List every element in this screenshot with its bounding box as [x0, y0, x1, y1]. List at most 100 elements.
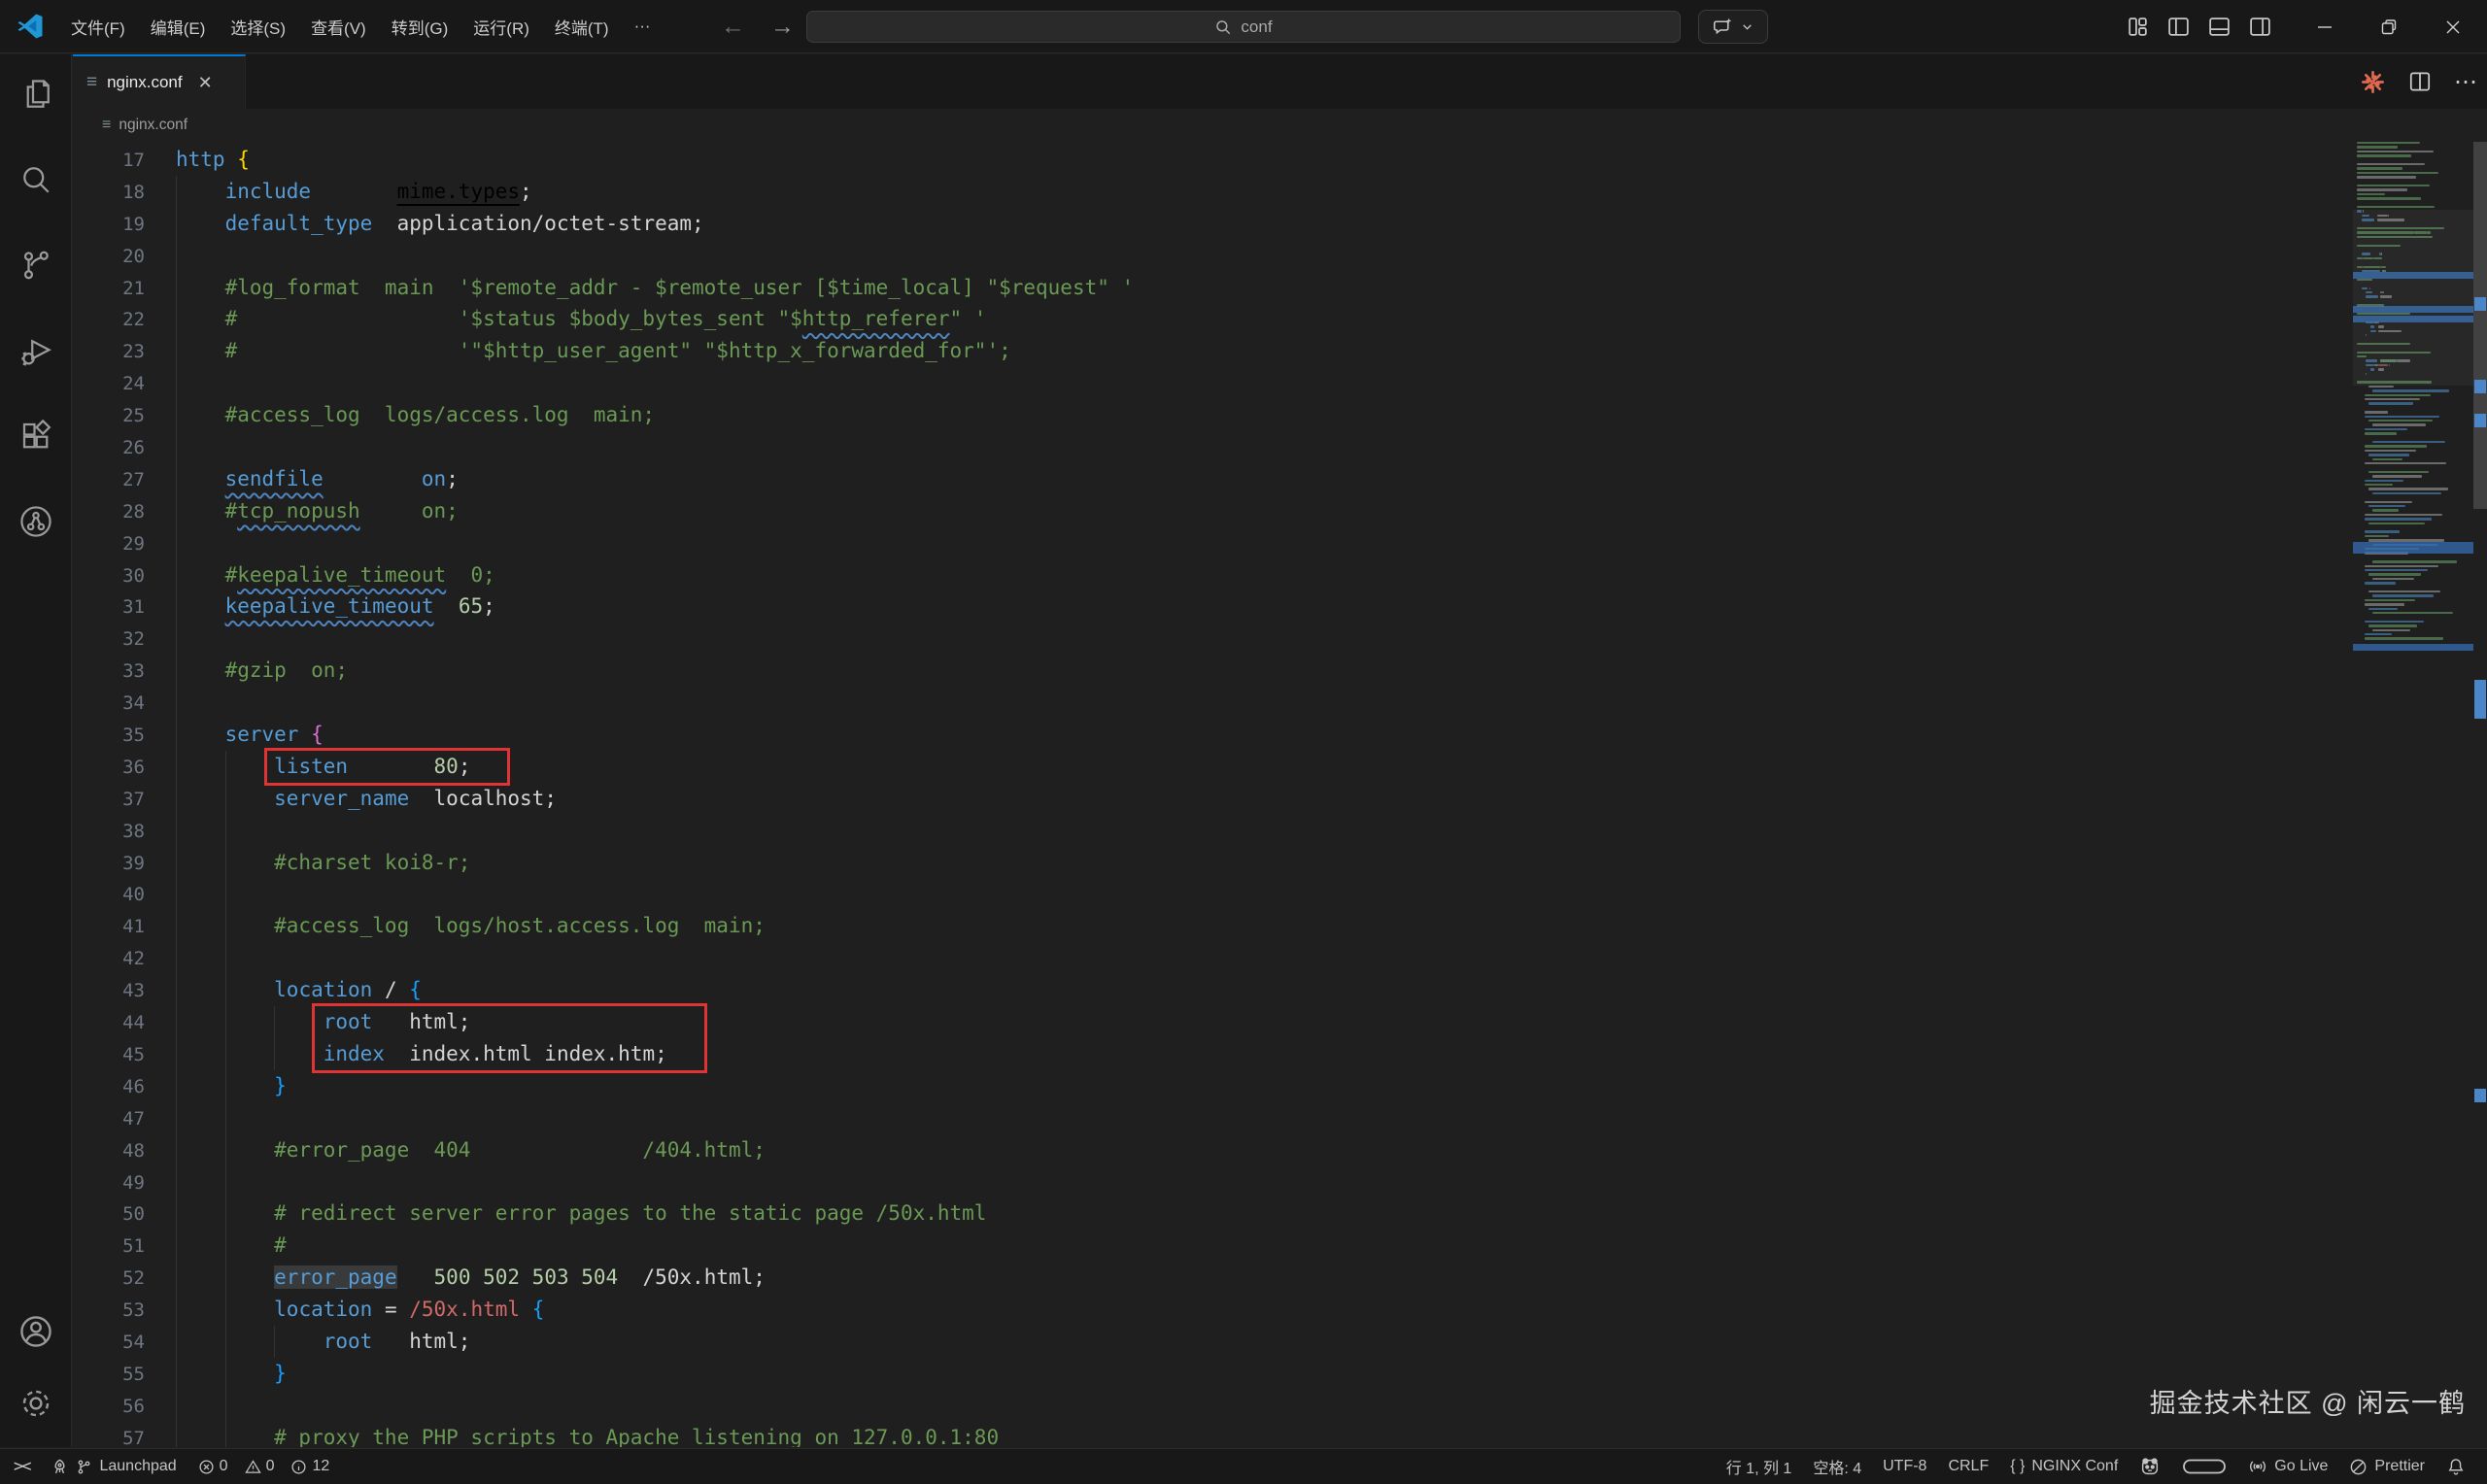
line-number[interactable]: 51: [73, 1231, 145, 1263]
code-line[interactable]: 50 # redirect server error pages to the …: [73, 1197, 2346, 1230]
window-minimize-button[interactable]: [2293, 0, 2357, 53]
line-number[interactable]: 34: [73, 688, 145, 720]
encoding-setting[interactable]: UTF-8: [1872, 1458, 1937, 1475]
minimap-slider[interactable]: [2353, 210, 2473, 386]
account-icon[interactable]: [0, 1296, 72, 1367]
code-line[interactable]: 38: [73, 815, 2346, 847]
code-line[interactable]: 20: [73, 240, 2346, 272]
line-number[interactable]: 32: [73, 624, 145, 656]
code-line[interactable]: 23 # '"$http_user_agent" "$http_x_forwar…: [73, 335, 2346, 367]
line-number[interactable]: 19: [73, 209, 145, 241]
menu-terminal[interactable]: 终端(T): [542, 9, 622, 45]
code-editor[interactable]: 17http {18 include mime.types;19 default…: [73, 142, 2487, 1447]
line-number[interactable]: 46: [73, 1071, 145, 1103]
line-number[interactable]: 30: [73, 560, 145, 592]
code-line[interactable]: 32: [73, 623, 2346, 655]
line-number[interactable]: 29: [73, 528, 145, 560]
minimap[interactable]: [2353, 142, 2473, 686]
code-line[interactable]: 47: [73, 1102, 2346, 1134]
code-line[interactable]: 26: [73, 431, 2346, 463]
customize-layout-icon[interactable]: [2126, 15, 2150, 39]
cursor-position[interactable]: 行 1, 列 1: [1716, 1455, 1803, 1478]
code-line[interactable]: 41 #access_log logs/host.access.log main…: [73, 910, 2346, 942]
command-center-search[interactable]: conf: [806, 11, 1681, 43]
toggle-secondary-sidebar-icon[interactable]: [2248, 15, 2272, 39]
run-debug-icon[interactable]: [0, 315, 72, 387]
vertical-scrollbar[interactable]: [2473, 142, 2487, 1447]
code-line[interactable]: 28 #tcp_nopush on;: [73, 495, 2346, 527]
code-line[interactable]: 57 # proxy the PHP scripts to Apache lis…: [73, 1422, 2346, 1447]
code-line[interactable]: 53 location = /50x.html {: [73, 1294, 2346, 1326]
eol-setting[interactable]: CRLF: [1937, 1458, 1999, 1475]
line-number[interactable]: 31: [73, 591, 145, 624]
line-number[interactable]: 25: [73, 400, 145, 432]
line-number[interactable]: 57: [73, 1423, 145, 1447]
code-line[interactable]: 54 root html;: [73, 1326, 2346, 1358]
indentation-setting[interactable]: 空格: 4: [1802, 1455, 1872, 1478]
panda-extension-item[interactable]: [2129, 1456, 2171, 1477]
split-editor-icon[interactable]: [2407, 69, 2433, 94]
prettier-item[interactable]: Prettier: [2338, 1458, 2436, 1476]
window-restore-button[interactable]: [2357, 0, 2421, 53]
code-line[interactable]: 33 #gzip on;: [73, 655, 2346, 687]
code-line[interactable]: 56: [73, 1390, 2346, 1422]
extensions-icon[interactable]: [0, 400, 72, 472]
code-line[interactable]: 55 }: [73, 1358, 2346, 1390]
code-line[interactable]: 29: [73, 527, 2346, 559]
toggle-sidebar-icon[interactable]: [2166, 15, 2191, 39]
menu-edit[interactable]: 编辑(E): [138, 9, 219, 45]
line-number[interactable]: 24: [73, 368, 145, 400]
spark-extension-icon[interactable]: [2360, 69, 2386, 95]
line-number[interactable]: 35: [73, 720, 145, 752]
line-number[interactable]: 42: [73, 943, 145, 975]
line-number[interactable]: 53: [73, 1295, 145, 1327]
line-number[interactable]: 55: [73, 1359, 145, 1391]
problems-item[interactable]: 0 0 12: [187, 1458, 351, 1475]
code-line[interactable]: 19 default_type application/octet-stream…: [73, 208, 2346, 240]
toggle-panel-icon[interactable]: [2207, 15, 2231, 39]
code-line[interactable]: 27 sendfile on;: [73, 463, 2346, 495]
pill-extension-item[interactable]: [2171, 1458, 2237, 1475]
line-number[interactable]: 21: [73, 273, 145, 305]
code-line[interactable]: 49: [73, 1166, 2346, 1198]
line-number[interactable]: 18: [73, 177, 145, 209]
code-line[interactable]: 18 include mime.types;: [73, 176, 2346, 208]
line-number[interactable]: 20: [73, 241, 145, 273]
code-line[interactable]: 31 keepalive_timeout 65;: [73, 590, 2346, 623]
breadcrumb[interactable]: ≡ nginx.conf: [73, 109, 2487, 142]
nav-forward-icon[interactable]: →: [770, 13, 795, 41]
tab-nginx-conf[interactable]: ≡ nginx.conf ✕: [73, 54, 246, 109]
line-number[interactable]: 23: [73, 336, 145, 368]
code-line[interactable]: 39 #charset koi8-r;: [73, 847, 2346, 879]
code-line[interactable]: 35 server {: [73, 719, 2346, 751]
search-sidebar-icon[interactable]: [0, 144, 72, 216]
line-number[interactable]: 48: [73, 1135, 145, 1167]
line-number[interactable]: 27: [73, 464, 145, 496]
code-line[interactable]: 21 #log_format main '$remote_addr - $rem…: [73, 272, 2346, 304]
code-line[interactable]: 43 location / {: [73, 974, 2346, 1006]
launchpad-item[interactable]: Launchpad: [40, 1458, 187, 1476]
code-line[interactable]: 51 #: [73, 1230, 2346, 1262]
window-close-button[interactable]: [2421, 0, 2485, 53]
code-line[interactable]: 42: [73, 942, 2346, 974]
line-number[interactable]: 49: [73, 1167, 145, 1199]
code-line[interactable]: 48 #error_page 404 /404.html;: [73, 1134, 2346, 1166]
line-number[interactable]: 54: [73, 1327, 145, 1359]
menu-go[interactable]: 转到(G): [379, 9, 461, 45]
line-number[interactable]: 45: [73, 1039, 145, 1071]
scrollbar-thumb[interactable]: [2473, 142, 2487, 509]
line-number[interactable]: 50: [73, 1198, 145, 1231]
menu-file[interactable]: 文件(F): [58, 9, 138, 45]
tab-close-icon[interactable]: ✕: [198, 73, 213, 93]
copilot-button[interactable]: [1698, 10, 1768, 44]
line-number[interactable]: 22: [73, 304, 145, 336]
line-number[interactable]: 39: [73, 848, 145, 880]
line-number[interactable]: 36: [73, 752, 145, 784]
line-number[interactable]: 40: [73, 879, 145, 911]
code-line[interactable]: 52 error_page 500 502 503 504 /50x.html;: [73, 1262, 2346, 1294]
editor-more-actions-icon[interactable]: ⋯: [2454, 68, 2477, 96]
nav-back-icon[interactable]: ←: [721, 13, 745, 41]
code-line[interactable]: 24: [73, 367, 2346, 399]
code-line[interactable]: 37 server_name localhost;: [73, 783, 2346, 815]
code-line[interactable]: 46 }: [73, 1070, 2346, 1102]
